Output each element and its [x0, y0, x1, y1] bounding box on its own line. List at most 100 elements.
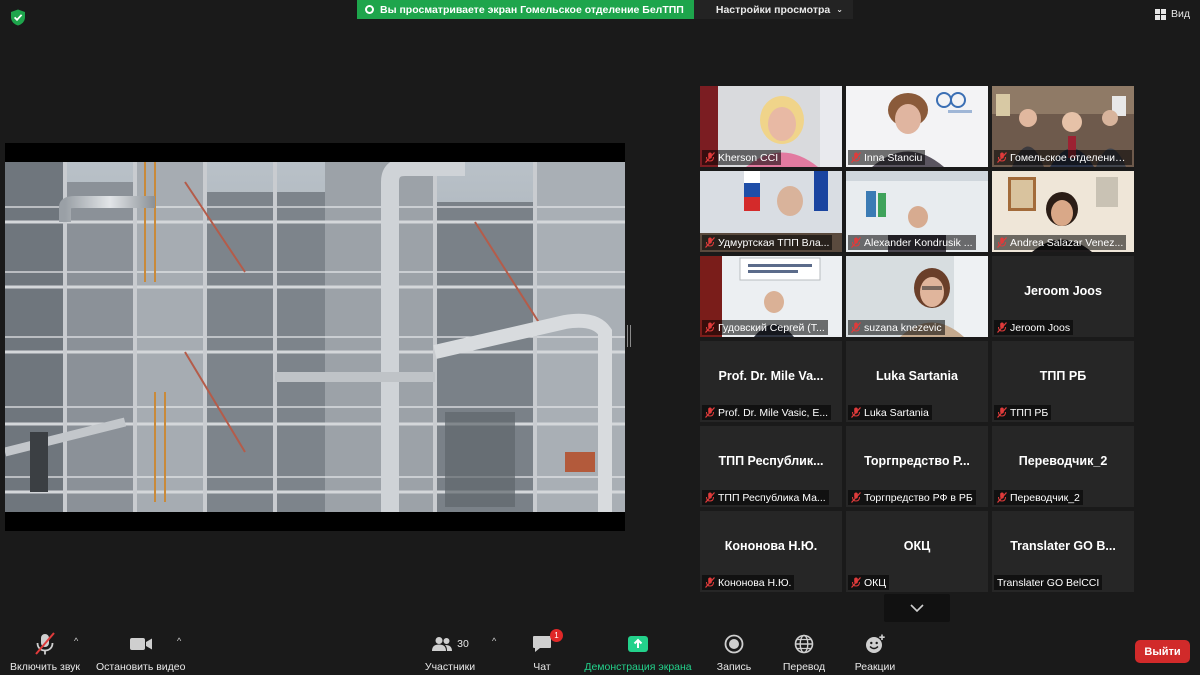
microphone-muted-icon — [35, 632, 55, 655]
participant-tile[interactable]: ТПП Республик... ТПП Республика Ма... — [700, 426, 842, 507]
view-options-button[interactable]: Настройки просмотра ⌄ — [693, 0, 853, 19]
participant-caption: suzana knezevic — [848, 320, 945, 335]
participant-caption: Удмуртская ТПП Вла... — [702, 235, 833, 250]
participant-tile[interactable]: Удмуртская ТПП Вла... — [700, 171, 842, 252]
reactions-button[interactable]: Реакции — [854, 632, 896, 673]
share-screen-icon — [628, 636, 648, 652]
participant-display-name: Jeroom Joos — [1024, 284, 1102, 298]
participant-name: Гудовский Сергей (Т... — [718, 321, 825, 334]
participant-name: Alexander Kondrusik ... — [864, 236, 973, 249]
leave-meeting-button[interactable]: Выйти — [1135, 640, 1190, 663]
participant-tile[interactable]: Andrea Salazar Venez... — [992, 171, 1134, 252]
participant-tile[interactable]: Кононова Н.Ю. Кононова Н.Ю. — [700, 511, 842, 592]
participant-name: ТПП РБ — [1010, 406, 1049, 419]
participant-name: Торгпредство РФ в РБ — [864, 491, 973, 504]
participant-tile[interactable]: Торгпредство Р... Торгпредство РФ в РБ — [846, 426, 988, 507]
participant-caption: Гудовский Сергей (Т... — [702, 320, 828, 335]
participant-tile[interactable]: Alexander Kondrusik ... — [846, 171, 988, 252]
participant-name: Переводчик_2 — [1010, 491, 1080, 504]
participant-display-name: ОКЦ — [903, 539, 931, 553]
participant-tile[interactable]: ТПП РБ ТПП РБ — [992, 341, 1134, 422]
participant-display-name: Кононова Н.Ю. — [724, 539, 818, 553]
participant-tile[interactable]: Prof. Dr. Mile Va... Prof. Dr. Mile Vasic… — [700, 341, 842, 422]
participant-name: ТПП Республика Ма... — [718, 491, 826, 504]
chat-bubble-icon — [533, 636, 551, 652]
participant-tile[interactable]: suzana knezevic — [846, 256, 988, 337]
participant-caption: Alexander Kondrusik ... — [848, 235, 976, 250]
chat-label: Чат — [533, 661, 551, 673]
participant-tile[interactable]: Inna Stanciu — [846, 86, 988, 167]
participant-caption: Kherson CCI — [702, 150, 782, 165]
stop-video-label: Остановить видео — [96, 661, 186, 673]
share-screen-button[interactable]: Демонстрация экрана — [584, 632, 692, 673]
microphone-muted-icon — [705, 237, 715, 248]
microphone-muted-icon — [851, 577, 861, 588]
microphone-muted-icon — [851, 492, 861, 503]
participant-display-name: Prof. Dr. Mile Va... — [718, 369, 824, 383]
participant-name: suzana knezevic — [864, 321, 942, 334]
participants-options-caret[interactable]: ^ — [492, 636, 496, 646]
share-indicator-icon — [365, 5, 374, 14]
chevron-down-icon: ⌄ — [836, 5, 843, 14]
microphone-muted-icon — [851, 407, 861, 418]
participants-icon — [432, 637, 453, 651]
participant-tile[interactable]: ОКЦ ОКЦ — [846, 511, 988, 592]
participant-caption: Кононова Н.Ю. — [702, 575, 795, 590]
participant-name: Jeroom Joos — [1010, 321, 1071, 334]
gallery-grid-icon — [1155, 8, 1166, 20]
participant-caption: Переводчик_2 — [994, 490, 1083, 505]
view-button[interactable]: Вид — [1155, 8, 1190, 20]
smiley-plus-icon — [866, 634, 885, 653]
video-camera-icon — [129, 638, 152, 650]
participant-name: Kherson CCI — [718, 151, 779, 164]
participant-caption: Гомельское отделение ... — [994, 150, 1132, 165]
participant-name: ОКЦ — [864, 576, 887, 589]
participant-caption: Prof. Dr. Mile Vasic, E... — [702, 405, 832, 420]
participant-caption: ТПП Республика Ма... — [702, 490, 829, 505]
participant-tile[interactable]: Переводчик_2 Переводчик_2 — [992, 426, 1134, 507]
participant-display-name: Торгпредство Р... — [864, 454, 970, 468]
chat-button[interactable]: 1 Чат — [530, 629, 563, 673]
security-shield-icon[interactable] — [10, 9, 26, 26]
share-screen-label: Демонстрация экрана — [584, 661, 692, 673]
record-button[interactable]: Запись — [716, 632, 752, 673]
video-options-caret[interactable]: ^ — [177, 636, 181, 646]
microphone-muted-icon — [997, 407, 1007, 418]
participant-tile[interactable]: Гудовский Сергей (Т... — [700, 256, 842, 337]
unmute-button[interactable]: Включить звук — [8, 632, 82, 673]
microphone-muted-icon — [705, 152, 715, 163]
participant-tile[interactable]: Translater GO B... Translater GO BelCCI — [992, 511, 1134, 592]
translation-button[interactable]: Перевод — [782, 632, 826, 673]
participant-caption: Jeroom Joos — [994, 320, 1074, 335]
participants-button[interactable]: 30 Участники — [424, 632, 476, 673]
participant-display-name: ТПП РБ — [1039, 369, 1087, 383]
translation-label: Перевод — [782, 661, 826, 673]
more-participants-button[interactable] — [884, 594, 950, 622]
microphone-muted-icon — [705, 407, 715, 418]
panel-resize-handle[interactable] — [627, 325, 631, 347]
participant-tile[interactable]: Luka Sartania Luka Sartania — [846, 341, 988, 422]
participant-tile[interactable]: Гомельское отделение ... — [992, 86, 1134, 167]
share-status: Вы просматриваете экран Гомельское отдел… — [357, 0, 694, 19]
participant-name: Translater GO BelCCI — [997, 576, 1100, 589]
record-label: Запись — [716, 661, 752, 673]
participant-name: Luka Sartania — [864, 406, 929, 419]
microphone-muted-icon — [705, 492, 715, 503]
participant-display-name: Translater GO B... — [1010, 539, 1116, 553]
share-status-text: Вы просматриваете экран Гомельское отдел… — [380, 3, 684, 16]
participant-caption: ОКЦ — [848, 575, 890, 590]
chat-unread-badge: 1 — [550, 629, 563, 642]
stop-video-button[interactable]: Остановить видео — [96, 632, 185, 673]
participant-name: Prof. Dr. Mile Vasic, E... — [718, 406, 829, 419]
participant-caption: Торгпредство РФ в РБ — [848, 490, 976, 505]
participants-count: 30 — [457, 638, 469, 650]
view-button-label: Вид — [1171, 8, 1190, 20]
record-icon — [724, 634, 744, 654]
participant-caption: Inna Stanciu — [848, 150, 926, 165]
participant-tile[interactable]: Kherson CCI — [700, 86, 842, 167]
audio-options-caret[interactable]: ^ — [74, 636, 78, 646]
participant-name: Удмуртская ТПП Вла... — [718, 236, 830, 249]
participant-tile[interactable]: Jeroom Joos Jeroom Joos — [992, 256, 1134, 337]
shared-screen[interactable] — [5, 143, 625, 531]
microphone-muted-icon — [851, 322, 861, 333]
